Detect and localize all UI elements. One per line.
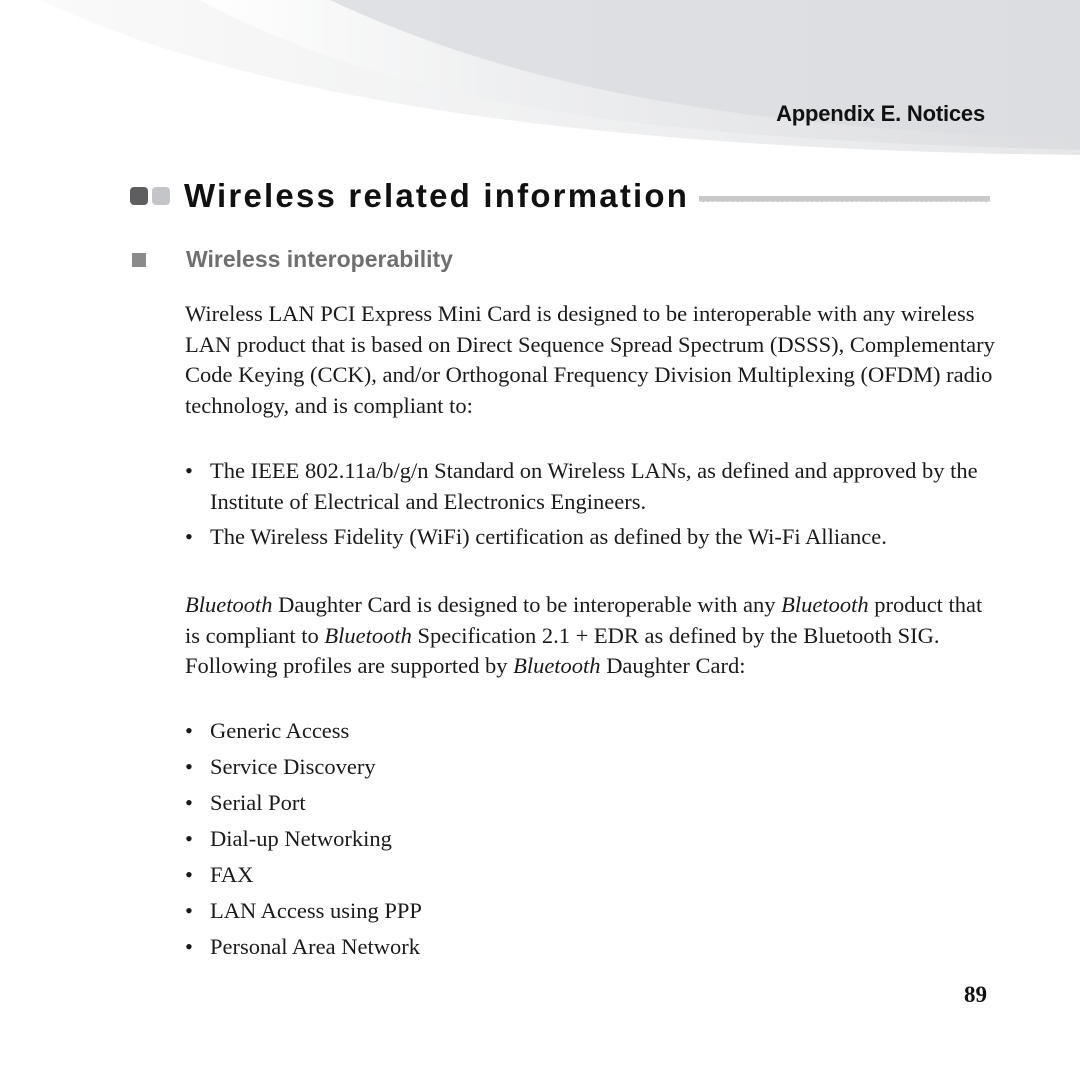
paragraph-text: Daughter Card is designed to be interope… [272,592,782,617]
bluetooth-term: Bluetooth [324,622,412,648]
title-squares-icon [130,187,170,205]
header-swoosh-decoration [40,0,1080,155]
square-bullet-icon [132,252,146,267]
list-item: The IEEE 802.11a/b/g/n Standard on Wirel… [185,456,985,517]
title-rule-divider [699,196,990,202]
page-number: 89 [964,982,987,1007]
list-item: Dial-up Networking [185,824,985,860]
subsection-heading: Wireless interoperability [130,246,453,273]
wireless-lan-paragraph: Wireless LAN PCI Express Mini Card is de… [185,301,995,418]
list-item: Personal Area Network [185,932,985,968]
list-item: Serial Port [185,788,985,824]
section-title: Wireless related information [184,177,690,214]
bluetooth-term: Bluetooth [513,653,601,678]
running-head: Appendix E. Notices [776,101,985,126]
list-item: The Wireless Fidelity (WiFi) certificati… [185,522,985,553]
dark-square-icon [130,187,148,205]
light-square-icon [152,187,170,205]
profiles-list: Generic Access Service Discovery Serial … [185,716,985,968]
bluetooth-paragraph: Bluetooth Daughter Card is designed to b… [185,590,995,682]
compliance-list: The IEEE 802.11a/b/g/n Standard on Wirel… [185,456,985,558]
list-item: FAX [185,860,985,896]
list-item: Service Discovery [185,752,985,788]
list-item: LAN Access using PPP [185,896,985,932]
paragraph-text: Daughter Card: [600,653,746,678]
list-item: Generic Access [185,716,985,752]
bluetooth-term: Bluetooth [185,592,273,617]
bluetooth-term: Bluetooth [781,592,869,617]
subsection-title: Wireless interoperability [186,246,453,272]
section-heading: Wireless related information [130,172,990,220]
